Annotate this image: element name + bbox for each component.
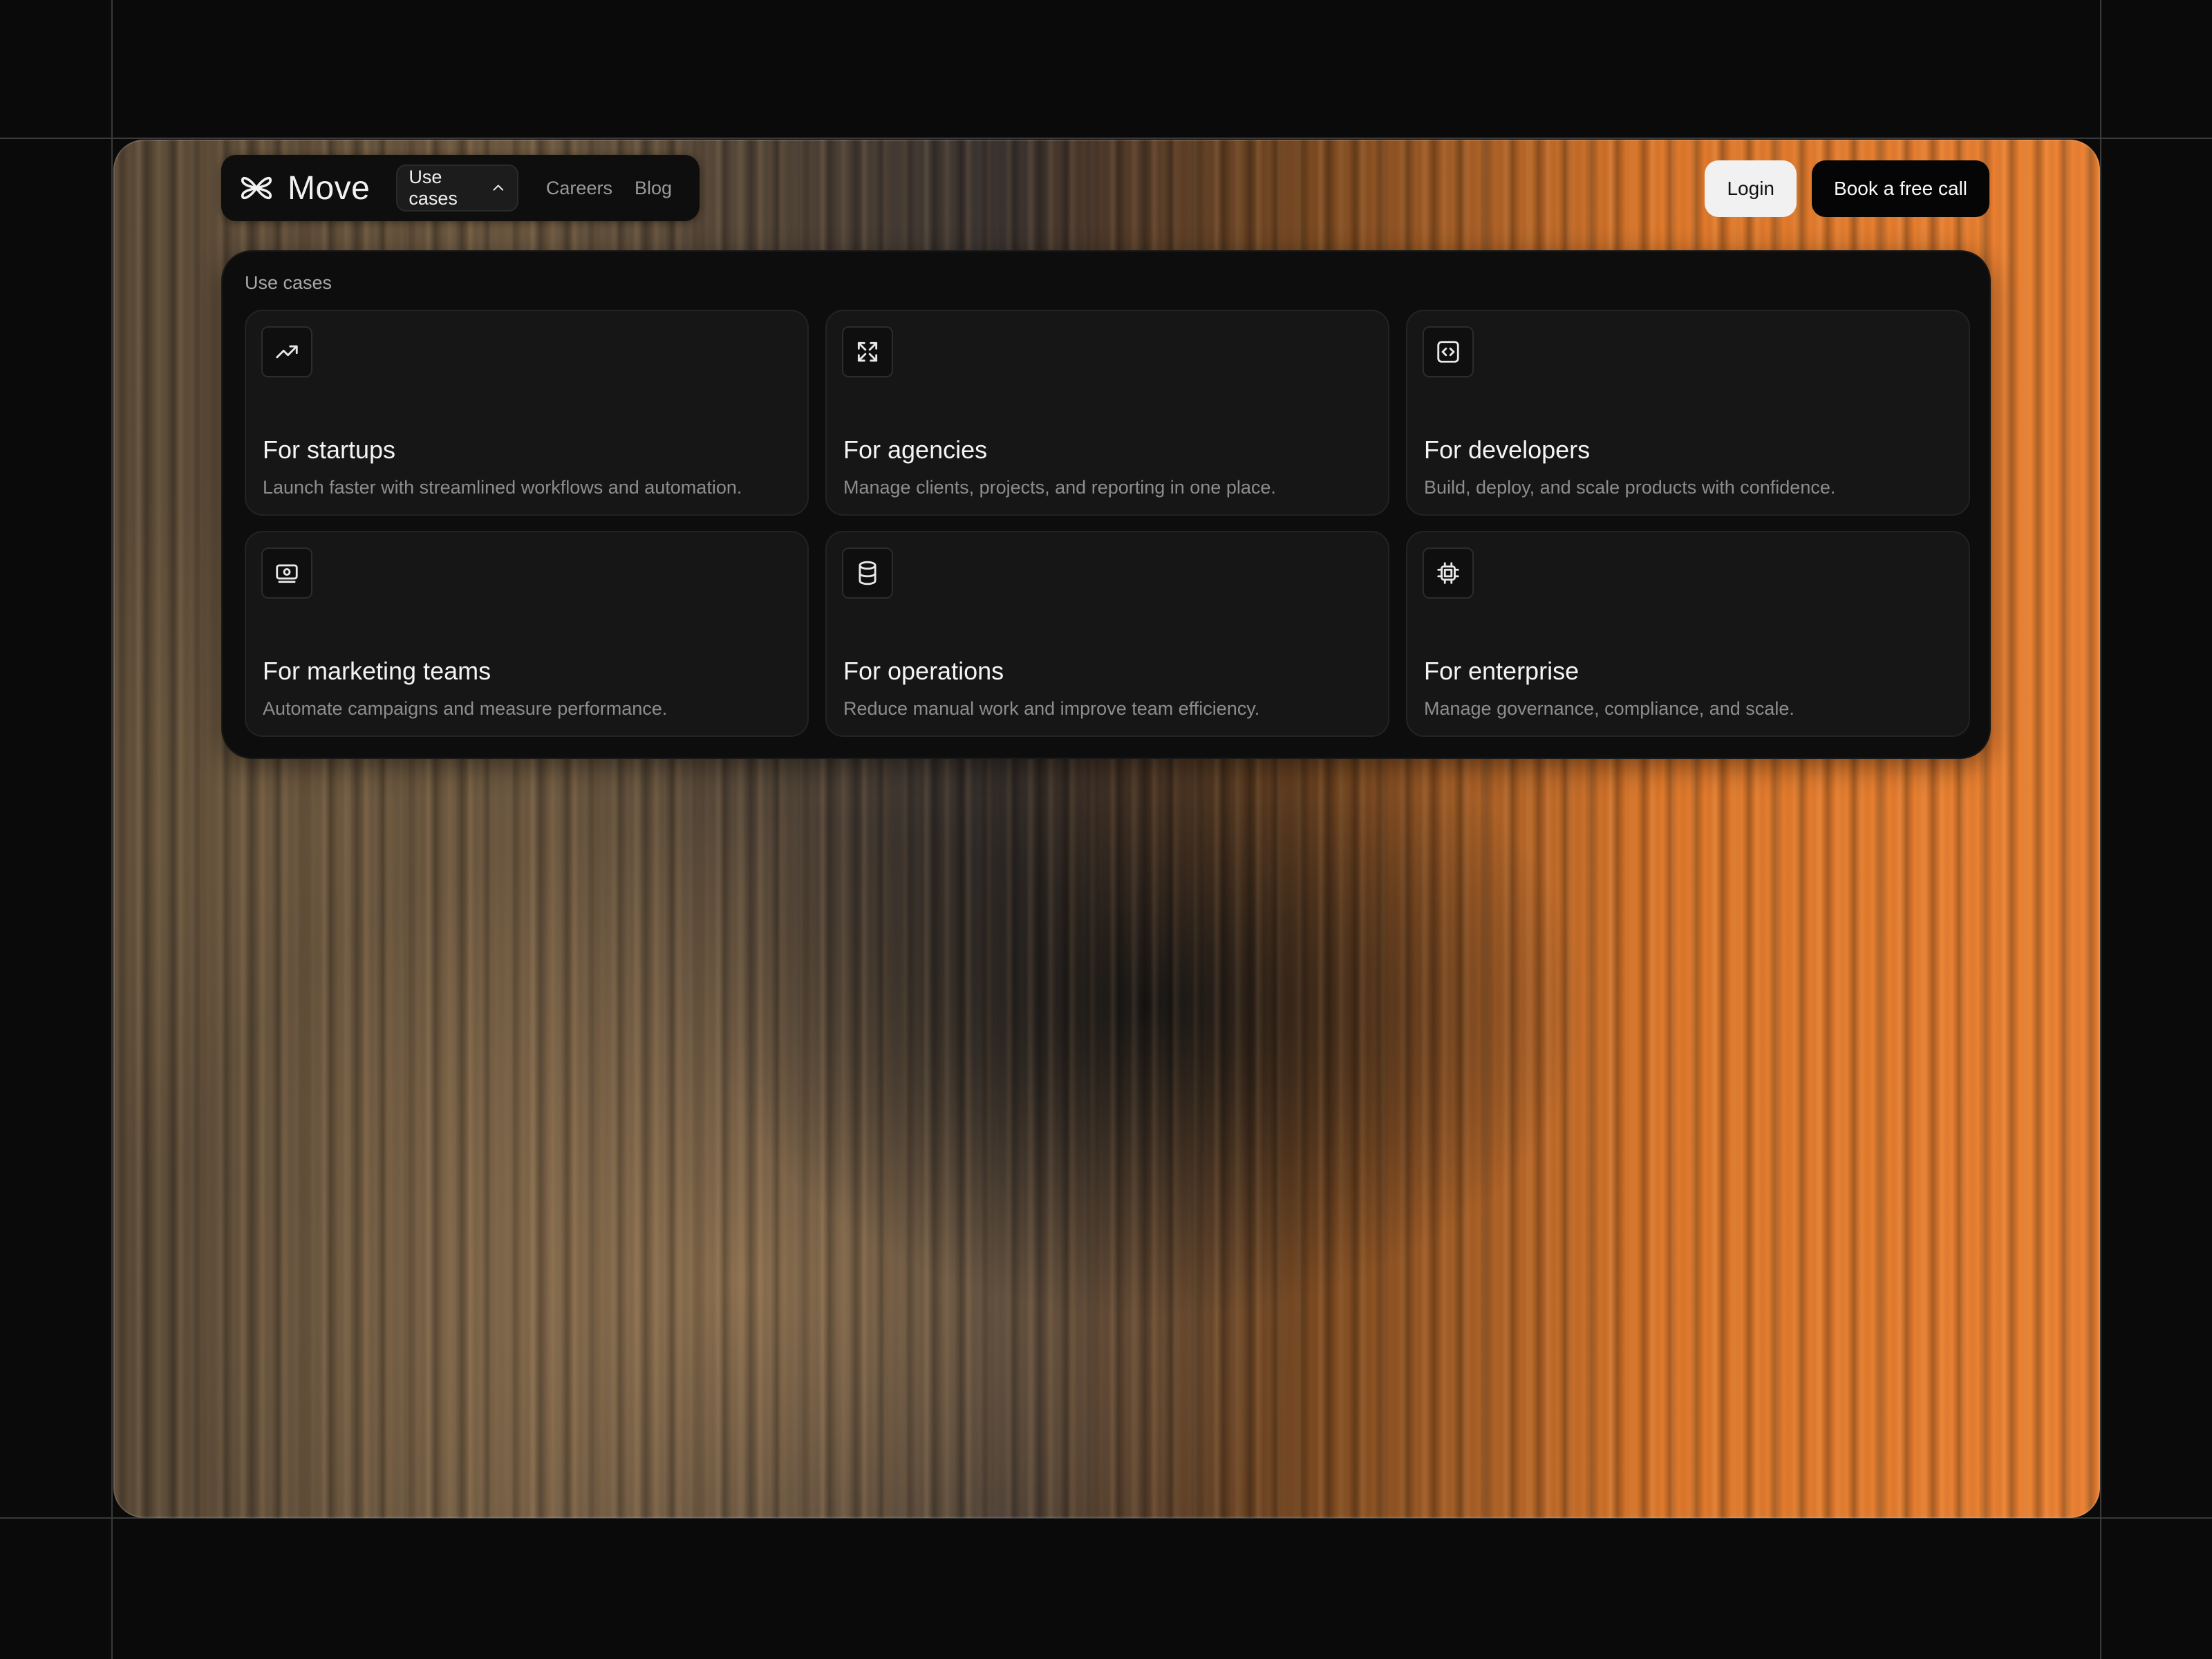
brand-logo[interactable]: Move (238, 169, 370, 207)
code-icon (1423, 326, 1474, 377)
use-case-card-marketing[interactable]: For marketing teams Automate campaigns a… (245, 531, 809, 737)
database-icon (842, 547, 893, 599)
chip-icon (1423, 547, 1474, 599)
card-title: For enterprise (1424, 657, 1580, 685)
nav-link-blog[interactable]: Blog (635, 178, 672, 199)
guide-line-top (0, 138, 2212, 139)
expand-icon (842, 326, 893, 377)
brand-name: Move (288, 169, 371, 207)
login-button[interactable]: Login (1705, 160, 1797, 217)
card-title: For agencies (843, 435, 988, 464)
use-case-card-startups[interactable]: For startups Launch faster with streamli… (245, 310, 809, 516)
book-call-button[interactable]: Book a free call (1812, 160, 1989, 217)
card-title: For operations (843, 657, 1004, 685)
card-title: For developers (1424, 435, 1591, 464)
use-case-card-agencies[interactable]: For agencies Manage clients, projects, a… (825, 310, 1389, 516)
nav-use-cases-dropdown[interactable]: Use cases (396, 165, 518, 212)
use-cases-grid: For startups Launch faster with streamli… (245, 310, 1970, 737)
panel-title: Use cases (245, 272, 332, 293)
chevron-up-icon (493, 185, 504, 191)
nav-link-careers[interactable]: Careers (546, 178, 612, 199)
card-title: For marketing teams (263, 657, 491, 685)
card-description: Automate campaigns and measure performan… (263, 698, 668, 719)
card-description: Reduce manual work and improve team effi… (843, 698, 1260, 719)
use-case-card-enterprise[interactable]: For enterprise Manage governance, compli… (1406, 531, 1970, 737)
use-cases-dropdown-panel: Use cases For startups Launch faster wit… (221, 250, 1991, 759)
trending-up-icon (261, 326, 312, 377)
main-nav: Move Use cases Careers Blog (221, 155, 700, 221)
use-case-card-operations[interactable]: For operations Reduce manual work and im… (825, 531, 1389, 737)
nav-actions: Login Book a free call (1705, 160, 1989, 217)
nav-use-cases-label: Use cases (409, 167, 458, 209)
guide-line-left (111, 0, 113, 1659)
use-case-card-developers[interactable]: For developers Build, deploy, and scale … (1406, 310, 1970, 516)
card-description: Manage governance, compliance, and scale… (1424, 698, 1794, 719)
card-description: Manage clients, projects, and reporting … (843, 477, 1276, 498)
banknote-icon (261, 547, 312, 599)
card-title: For startups (263, 435, 396, 464)
flower-logo-icon (241, 176, 272, 200)
card-description: Build, deploy, and scale products with c… (1424, 477, 1836, 498)
guide-line-right (2100, 0, 2101, 1659)
card-description: Launch faster with streamlined workflows… (263, 477, 742, 498)
